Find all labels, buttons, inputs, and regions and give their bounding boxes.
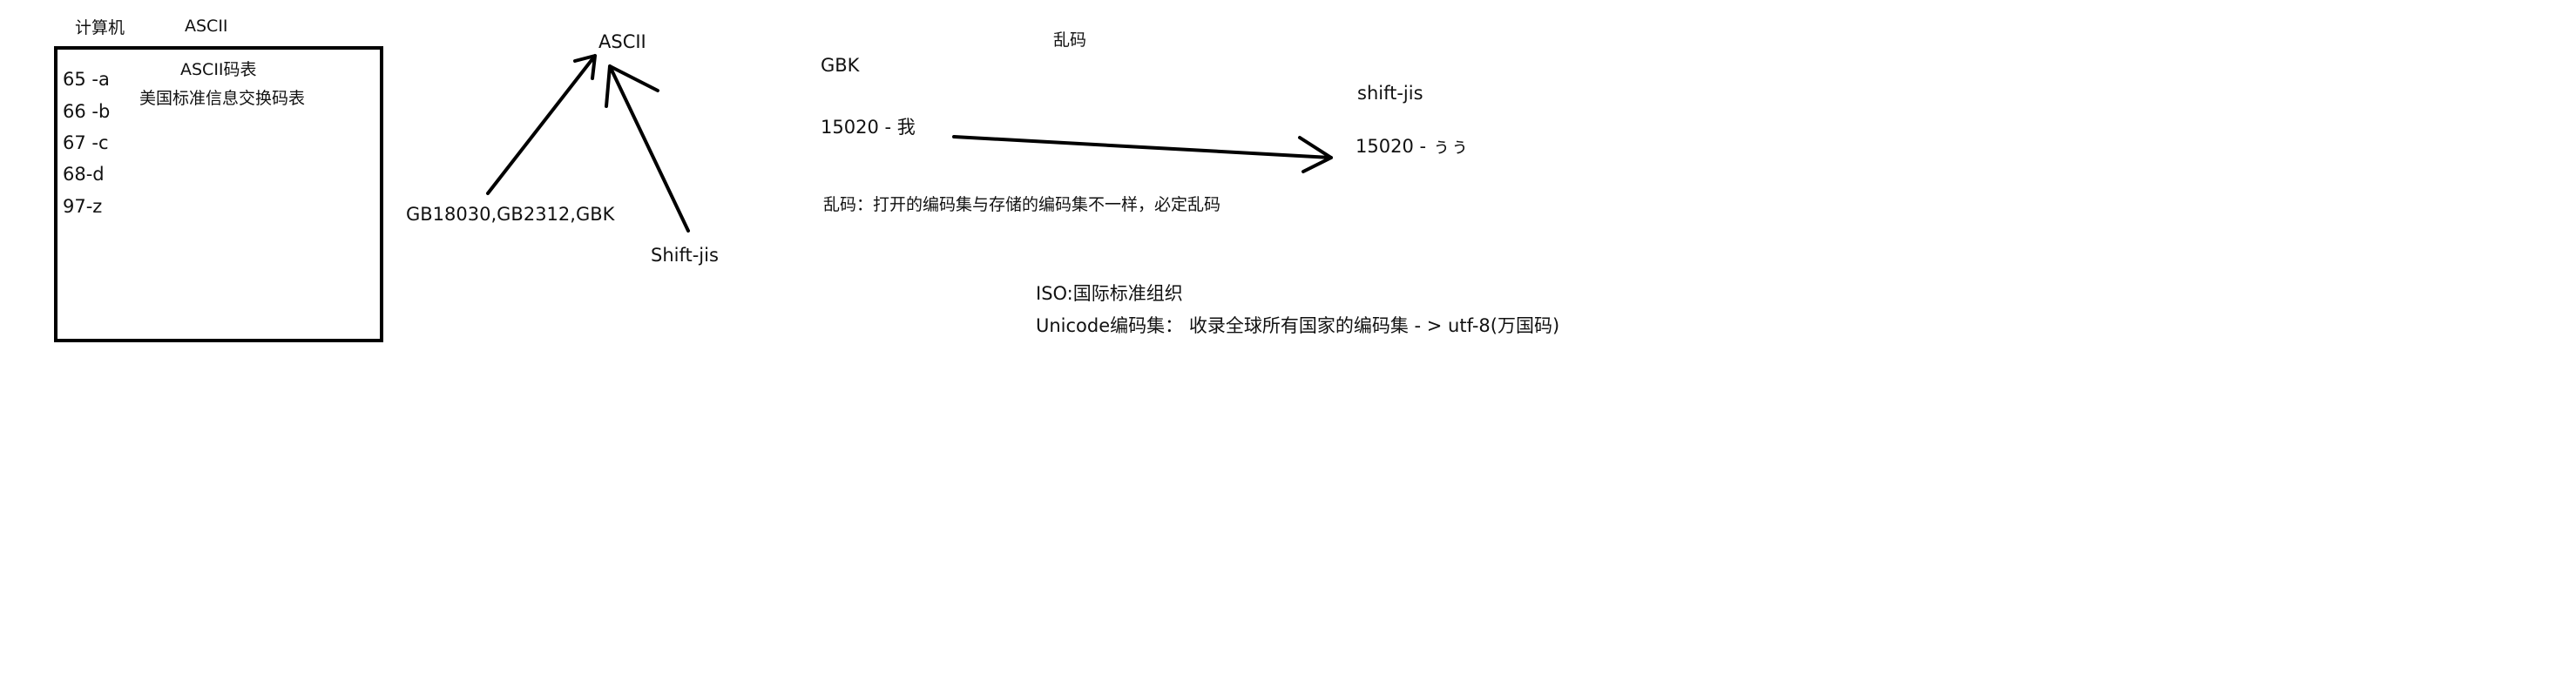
garbled-title: 乱码: [1053, 30, 1087, 50]
computer-label: 计算机: [75, 18, 125, 37]
shiftjis-encoding-label: shift-jis: [1357, 83, 1423, 104]
ascii-entry: 65 -a: [63, 69, 110, 90]
ascii-heading: ASCII: [185, 17, 228, 36]
gbk-to-shiftjis-arrow: [952, 135, 1333, 173]
chinese-encodings-label: GB18030,GB2312,GBK: [406, 204, 615, 225]
ascii-entry: 68-d: [63, 164, 105, 185]
iso-note: ISO:国际标准组织: [1036, 283, 1183, 304]
gbk-label: GBK: [821, 55, 860, 76]
gb-to-ascii-arrow: [486, 54, 597, 195]
garbled-rule: 乱码：打开的编码集与存储的编码集不一样，必定乱码: [823, 195, 1221, 214]
ascii-entry: 66 -b: [63, 101, 111, 122]
shiftjis-value: 15020 - ぅぅ: [1356, 136, 1469, 157]
unicode-note: Unicode编码集： 收录全球所有国家的编码集 - > utf-8(万国码): [1036, 315, 1560, 336]
shiftjis-to-ascii-arrow: [605, 64, 690, 233]
ascii-table-title: ASCII码表: [180, 60, 257, 79]
ascii-entry: 97-z: [63, 196, 103, 217]
ascii-root-label: ASCII: [598, 31, 646, 52]
gbk-value: 15020 - 我: [821, 117, 916, 138]
ascii-table-subtitle: 美国标准信息交换码表: [139, 89, 306, 108]
ascii-entry: 67 -c: [63, 132, 109, 153]
shiftjis-label: Shift-jis: [651, 245, 719, 266]
drawing-strokes: [486, 54, 1333, 233]
